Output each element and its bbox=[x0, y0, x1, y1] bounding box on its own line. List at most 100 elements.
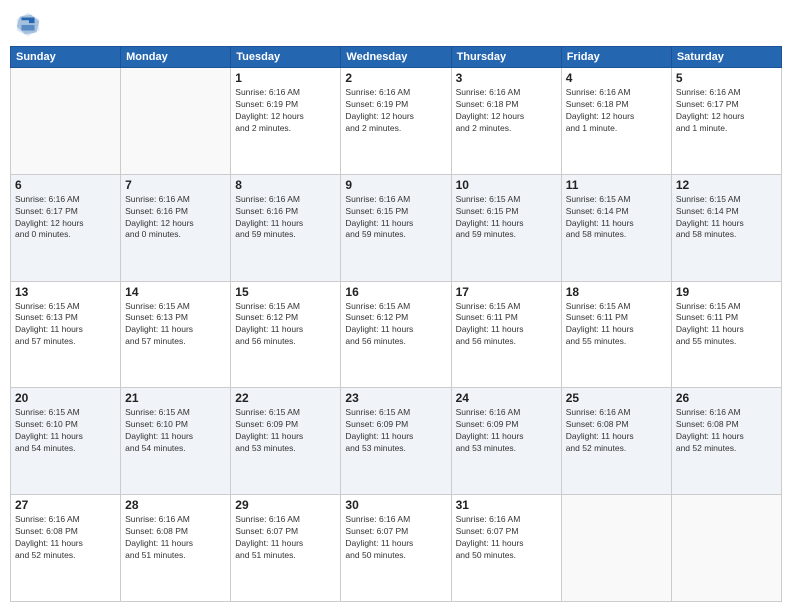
calendar-cell: 9 Sunrise: 6:16 AM Sunset: 6:15 PM Daylig… bbox=[341, 174, 451, 281]
day-info: Sunrise: 6:15 AM Sunset: 6:10 PM Dayligh… bbox=[125, 407, 226, 455]
calendar-week-row: 1Sunrise: 6:16 AM Sunset: 6:19 PM Daylig… bbox=[11, 68, 782, 175]
day-number: 30 bbox=[345, 498, 446, 512]
weekday-header-monday: Monday bbox=[121, 47, 231, 68]
day-number: 17 bbox=[456, 285, 557, 299]
day-info: Sunrise: 6:16 AM Sunset: 6:08 PM Dayligh… bbox=[566, 407, 667, 455]
calendar-cell: 19 Sunrise: 6:15 AM Sunset: 6:11 PM Dayli… bbox=[671, 281, 781, 388]
day-info: Sunrise: 6:16 AM Sunset: 6:08 PM Dayligh… bbox=[676, 407, 777, 455]
day-number: 28 bbox=[125, 498, 226, 512]
day-info: Sunrise: 6:16 AM Sunset: 6:18 PM Dayligh… bbox=[566, 87, 667, 135]
day-info: Sunrise: 6:15 AM Sunset: 6:09 PM Dayligh… bbox=[345, 407, 446, 455]
day-number: 12 bbox=[676, 178, 777, 192]
calendar-cell: 17 Sunrise: 6:15 AM Sunset: 6:11 PM Dayli… bbox=[451, 281, 561, 388]
weekday-header-sunday: Sunday bbox=[11, 47, 121, 68]
day-number: 5 bbox=[676, 71, 777, 85]
calendar-cell bbox=[121, 68, 231, 175]
calendar-cell: 12 Sunrise: 6:15 AM Sunset: 6:14 PM Dayli… bbox=[671, 174, 781, 281]
day-info: Sunrise: 6:16 AM Sunset: 6:08 PM Dayligh… bbox=[15, 514, 116, 562]
day-number: 23 bbox=[345, 391, 446, 405]
day-info: Sunrise: 6:15 AM Sunset: 6:13 PM Dayligh… bbox=[15, 301, 116, 349]
day-info: Sunrise: 6:16 AM Sunset: 6:15 PM Dayligh… bbox=[345, 194, 446, 242]
day-number: 18 bbox=[566, 285, 667, 299]
day-info: Sunrise: 6:16 AM Sunset: 6:07 PM Dayligh… bbox=[345, 514, 446, 562]
day-number: 21 bbox=[125, 391, 226, 405]
day-info: Sunrise: 6:15 AM Sunset: 6:09 PM Dayligh… bbox=[235, 407, 336, 455]
calendar-cell: 22 Sunrise: 6:15 AM Sunset: 6:09 PM Dayli… bbox=[231, 388, 341, 495]
calendar-cell: 10 Sunrise: 6:15 AM Sunset: 6:15 PM Dayli… bbox=[451, 174, 561, 281]
calendar-cell: 15Sunrise: 6:15 AM Sunset: 6:12 PM Dayli… bbox=[231, 281, 341, 388]
calendar-cell bbox=[561, 495, 671, 602]
day-number: 9 bbox=[345, 178, 446, 192]
calendar-week-row: 13 Sunrise: 6:15 AM Sunset: 6:13 PM Dayli… bbox=[11, 281, 782, 388]
weekday-header-thursday: Thursday bbox=[451, 47, 561, 68]
day-info: Sunrise: 6:15 AM Sunset: 6:12 PM Dayligh… bbox=[345, 301, 446, 349]
calendar-cell bbox=[11, 68, 121, 175]
calendar-cell: 29 Sunrise: 6:16 AM Sunset: 6:07 PM Dayli… bbox=[231, 495, 341, 602]
day-number: 29 bbox=[235, 498, 336, 512]
calendar-cell: 18 Sunrise: 6:15 AM Sunset: 6:11 PM Dayli… bbox=[561, 281, 671, 388]
day-number: 16 bbox=[345, 285, 446, 299]
day-number: 3 bbox=[456, 71, 557, 85]
day-number: 10 bbox=[456, 178, 557, 192]
calendar-cell: 26 Sunrise: 6:16 AM Sunset: 6:08 PM Dayli… bbox=[671, 388, 781, 495]
day-number: 14 bbox=[125, 285, 226, 299]
day-number: 13 bbox=[15, 285, 116, 299]
calendar-week-row: 6 Sunrise: 6:16 AM Sunset: 6:17 PM Daylig… bbox=[11, 174, 782, 281]
calendar-cell: 25 Sunrise: 6:16 AM Sunset: 6:08 PM Dayli… bbox=[561, 388, 671, 495]
calendar-week-row: 20 Sunrise: 6:15 AM Sunset: 6:10 PM Dayli… bbox=[11, 388, 782, 495]
calendar-cell: 31 Sunrise: 6:16 AM Sunset: 6:07 PM Dayli… bbox=[451, 495, 561, 602]
day-number: 25 bbox=[566, 391, 667, 405]
logo-icon bbox=[14, 10, 42, 38]
day-number: 4 bbox=[566, 71, 667, 85]
day-info: Sunrise: 6:15 AM Sunset: 6:11 PM Dayligh… bbox=[566, 301, 667, 349]
day-info: Sunrise: 6:15 AM Sunset: 6:11 PM Dayligh… bbox=[676, 301, 777, 349]
day-info: Sunrise: 6:16 AM Sunset: 6:16 PM Dayligh… bbox=[125, 194, 226, 242]
calendar-week-row: 27 Sunrise: 6:16 AM Sunset: 6:08 PM Dayli… bbox=[11, 495, 782, 602]
calendar-cell: 28 Sunrise: 6:16 AM Sunset: 6:08 PM Dayli… bbox=[121, 495, 231, 602]
day-info: Sunrise: 6:16 AM Sunset: 6:16 PM Dayligh… bbox=[235, 194, 336, 242]
day-number: 19 bbox=[676, 285, 777, 299]
day-info: Sunrise: 6:16 AM Sunset: 6:17 PM Dayligh… bbox=[15, 194, 116, 242]
calendar-cell: 30 Sunrise: 6:16 AM Sunset: 6:07 PM Dayli… bbox=[341, 495, 451, 602]
calendar-cell bbox=[671, 495, 781, 602]
day-info: Sunrise: 6:16 AM Sunset: 6:08 PM Dayligh… bbox=[125, 514, 226, 562]
day-info: Sunrise: 6:16 AM Sunset: 6:18 PM Dayligh… bbox=[456, 87, 557, 135]
day-number: 20 bbox=[15, 391, 116, 405]
day-info: Sunrise: 6:16 AM Sunset: 6:07 PM Dayligh… bbox=[456, 514, 557, 562]
calendar-cell: 4 Sunrise: 6:16 AM Sunset: 6:18 PM Daylig… bbox=[561, 68, 671, 175]
weekday-header-saturday: Saturday bbox=[671, 47, 781, 68]
day-info: Sunrise: 6:15 AM Sunset: 6:15 PM Dayligh… bbox=[456, 194, 557, 242]
calendar-cell: 7 Sunrise: 6:16 AM Sunset: 6:16 PM Daylig… bbox=[121, 174, 231, 281]
calendar-cell: 11Sunrise: 6:15 AM Sunset: 6:14 PM Dayli… bbox=[561, 174, 671, 281]
day-info: Sunrise: 6:15 AM Sunset: 6:14 PM Dayligh… bbox=[676, 194, 777, 242]
day-info: Sunrise: 6:15 AM Sunset: 6:14 PM Dayligh… bbox=[566, 194, 667, 242]
calendar-cell: 27 Sunrise: 6:16 AM Sunset: 6:08 PM Dayli… bbox=[11, 495, 121, 602]
day-number: 6 bbox=[15, 178, 116, 192]
day-info: Sunrise: 6:15 AM Sunset: 6:11 PM Dayligh… bbox=[456, 301, 557, 349]
day-number: 22 bbox=[235, 391, 336, 405]
day-number: 24 bbox=[456, 391, 557, 405]
day-number: 2 bbox=[345, 71, 446, 85]
day-info: Sunrise: 6:16 AM Sunset: 6:19 PM Dayligh… bbox=[345, 87, 446, 135]
day-number: 26 bbox=[676, 391, 777, 405]
calendar-cell: 23 Sunrise: 6:15 AM Sunset: 6:09 PM Dayli… bbox=[341, 388, 451, 495]
calendar-cell: 20 Sunrise: 6:15 AM Sunset: 6:10 PM Dayli… bbox=[11, 388, 121, 495]
day-number: 27 bbox=[15, 498, 116, 512]
day-info: Sunrise: 6:16 AM Sunset: 6:09 PM Dayligh… bbox=[456, 407, 557, 455]
calendar-cell: 24 Sunrise: 6:16 AM Sunset: 6:09 PM Dayli… bbox=[451, 388, 561, 495]
weekday-header-row: SundayMondayTuesdayWednesdayThursdayFrid… bbox=[11, 47, 782, 68]
calendar-cell: 2 Sunrise: 6:16 AM Sunset: 6:19 PM Daylig… bbox=[341, 68, 451, 175]
day-number: 31 bbox=[456, 498, 557, 512]
weekday-header-friday: Friday bbox=[561, 47, 671, 68]
calendar-table: SundayMondayTuesdayWednesdayThursdayFrid… bbox=[10, 46, 782, 602]
calendar-cell: 16 Sunrise: 6:15 AM Sunset: 6:12 PM Dayli… bbox=[341, 281, 451, 388]
calendar-cell: 6 Sunrise: 6:16 AM Sunset: 6:17 PM Daylig… bbox=[11, 174, 121, 281]
weekday-header-tuesday: Tuesday bbox=[231, 47, 341, 68]
day-info: Sunrise: 6:15 AM Sunset: 6:10 PM Dayligh… bbox=[15, 407, 116, 455]
day-info: Sunrise: 6:15 AM Sunset: 6:12 PM Dayligh… bbox=[235, 301, 336, 349]
day-number: 7 bbox=[125, 178, 226, 192]
day-info: Sunrise: 6:16 AM Sunset: 6:07 PM Dayligh… bbox=[235, 514, 336, 562]
logo bbox=[14, 10, 46, 38]
calendar-cell: 14Sunrise: 6:15 AM Sunset: 6:13 PM Dayli… bbox=[121, 281, 231, 388]
calendar-cell: 3 Sunrise: 6:16 AM Sunset: 6:18 PM Daylig… bbox=[451, 68, 561, 175]
